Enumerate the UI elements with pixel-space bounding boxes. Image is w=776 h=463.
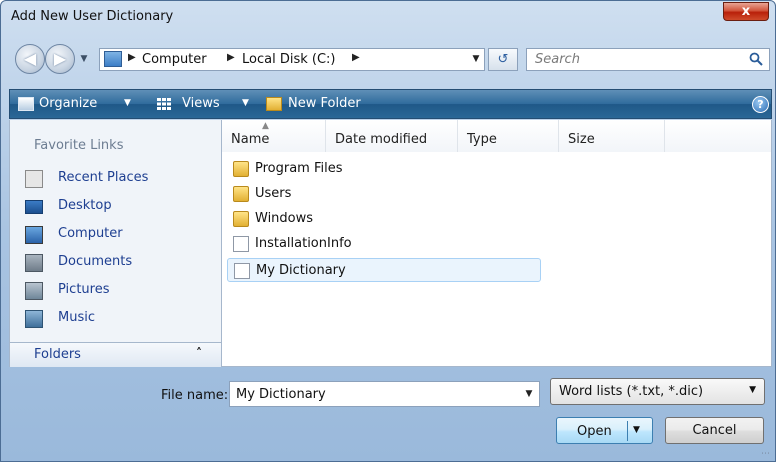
organize-dropdown-icon[interactable]: ▼ (124, 98, 131, 108)
search-input[interactable]: Search (526, 48, 770, 71)
breadcrumb-arrow-icon[interactable]: ▶ (352, 52, 360, 63)
column-label: Size (568, 132, 595, 147)
sidebar-item-label: Pictures (58, 282, 110, 297)
search-icon[interactable] (749, 52, 763, 66)
filename-history-dropdown[interactable]: ▼ (520, 383, 538, 405)
sidebar-item-computer[interactable]: Computer (10, 222, 221, 248)
sidebar-item-desktop[interactable]: Desktop (10, 194, 221, 220)
file-name: Windows (255, 211, 314, 226)
views-dropdown-icon[interactable]: ▼ (242, 98, 249, 108)
sidebar-item-label: Desktop (58, 198, 112, 213)
file-type-value: Word lists (*.txt, *.dic) (559, 384, 704, 399)
column-header-empty (665, 120, 771, 152)
window-title: Add New User Dictionary (11, 9, 174, 24)
recent-pages-dropdown[interactable]: ▼ (77, 51, 91, 67)
open-options-dropdown-icon[interactable]: ▼ (633, 425, 640, 435)
help-button[interactable]: ? (752, 96, 769, 113)
file-name: Users (255, 186, 292, 201)
sidebar-item-documents[interactable]: Documents (10, 250, 221, 276)
list-item[interactable]: Windows (227, 207, 541, 231)
list-item[interactable]: Program Files (227, 157, 541, 181)
organize-icon (18, 97, 34, 111)
documents-icon (25, 254, 43, 272)
organize-button[interactable]: Organize (39, 96, 97, 111)
back-button[interactable]: ◀ (15, 44, 45, 74)
folders-label: Folders (34, 347, 81, 362)
sidebar-item-pictures[interactable]: Pictures (10, 278, 221, 304)
folders-toggle[interactable]: Folders ˄ (10, 342, 221, 367)
column-header-size[interactable]: Size (559, 120, 665, 152)
sidebar-item-label: Computer (58, 226, 123, 241)
refresh-button[interactable]: ↺ (488, 48, 518, 71)
folder-icon (233, 186, 249, 202)
column-header-name[interactable]: ▲ Name (222, 120, 326, 152)
chevron-up-icon: ˄ (196, 346, 202, 360)
back-arrow-icon: ◀ (23, 49, 37, 68)
sidebar-item-recent-places[interactable]: Recent Places (10, 166, 221, 192)
document-icon (234, 263, 250, 279)
title-bar[interactable]: Add New User Dictionary x (1, 1, 776, 33)
refresh-icon: ↺ (497, 52, 509, 67)
file-name: InstallationInfo (255, 236, 352, 251)
filename-label: File name: (161, 388, 229, 403)
column-label: Date modified (335, 132, 428, 147)
pictures-icon (25, 282, 43, 300)
list-item[interactable]: Users (227, 182, 541, 206)
document-icon (233, 236, 249, 252)
music-icon (25, 310, 43, 328)
new-folder-icon (266, 97, 282, 111)
views-icon (157, 98, 171, 110)
forward-button[interactable]: ▶ (45, 44, 75, 74)
breadcrumb-local-disk[interactable]: Local Disk (C:) (242, 52, 335, 67)
address-history-dropdown[interactable]: ▼ (467, 49, 485, 70)
address-box[interactable]: ▶ Computer ▶ Local Disk (C:) ▶ (99, 48, 485, 71)
column-header-date-modified[interactable]: Date modified (326, 120, 458, 152)
views-button[interactable]: Views (182, 96, 220, 111)
favorite-links-header: Favorite Links (34, 138, 124, 153)
file-list: ▲ Name Date modified Type Size Program F… (222, 120, 772, 367)
computer-location-icon (104, 51, 122, 67)
resize-grip-icon[interactable]: ⋯ (761, 449, 770, 459)
breadcrumb-arrow-icon[interactable]: ▶ (128, 52, 136, 63)
split-divider (627, 421, 628, 441)
breadcrumb-arrow-icon[interactable]: ▶ (227, 52, 235, 63)
folder-icon (233, 211, 249, 227)
sidebar-item-label: Documents (58, 254, 133, 269)
search-placeholder: Search (535, 52, 580, 67)
list-item-selected[interactable]: My Dictionary (227, 258, 541, 282)
navigation-pane: Favorite Links Recent Places Desktop Com… (9, 120, 222, 367)
column-header-type[interactable]: Type (458, 120, 559, 152)
open-label: Open (577, 424, 612, 439)
sort-ascending-icon: ▲ (262, 121, 269, 131)
dialog-footer: File name: ▼ Word lists (*.txt, *.dic) ▼… (1, 367, 776, 463)
cancel-button[interactable]: Cancel (665, 417, 764, 444)
filename-field[interactable] (229, 381, 540, 407)
sidebar-item-music[interactable]: Music (10, 306, 221, 332)
forward-arrow-icon: ▶ (53, 49, 67, 68)
desktop-icon (25, 200, 43, 214)
new-folder-button[interactable]: New Folder (288, 96, 361, 111)
chevron-down-icon: ▼ (749, 385, 756, 395)
file-type-select[interactable]: Word lists (*.txt, *.dic) ▼ (550, 378, 765, 405)
command-toolbar: Organize ▼ Views ▼ New Folder ? (9, 89, 772, 119)
breadcrumb-computer[interactable]: Computer (142, 52, 207, 67)
computer-icon (25, 226, 43, 244)
column-label: Name (231, 132, 270, 147)
open-button[interactable]: Open ▼ (556, 417, 653, 444)
dialog-window: Add New User Dictionary x ◀ ▶ ▼ ▶ Comput… (0, 0, 776, 462)
list-item[interactable]: InstallationInfo (227, 232, 541, 256)
close-button[interactable]: x (723, 2, 769, 21)
sidebar-item-label: Recent Places (58, 170, 149, 185)
column-label: Type (467, 132, 497, 147)
sidebar-item-label: Music (58, 310, 95, 325)
file-name: Program Files (255, 161, 343, 176)
file-name: My Dictionary (256, 263, 346, 278)
address-bar-row: ◀ ▶ ▼ ▶ Computer ▶ Local Disk (C:) ▶ ▼ ↺… (1, 41, 776, 79)
folder-icon (233, 161, 249, 177)
recent-places-icon (25, 170, 43, 188)
